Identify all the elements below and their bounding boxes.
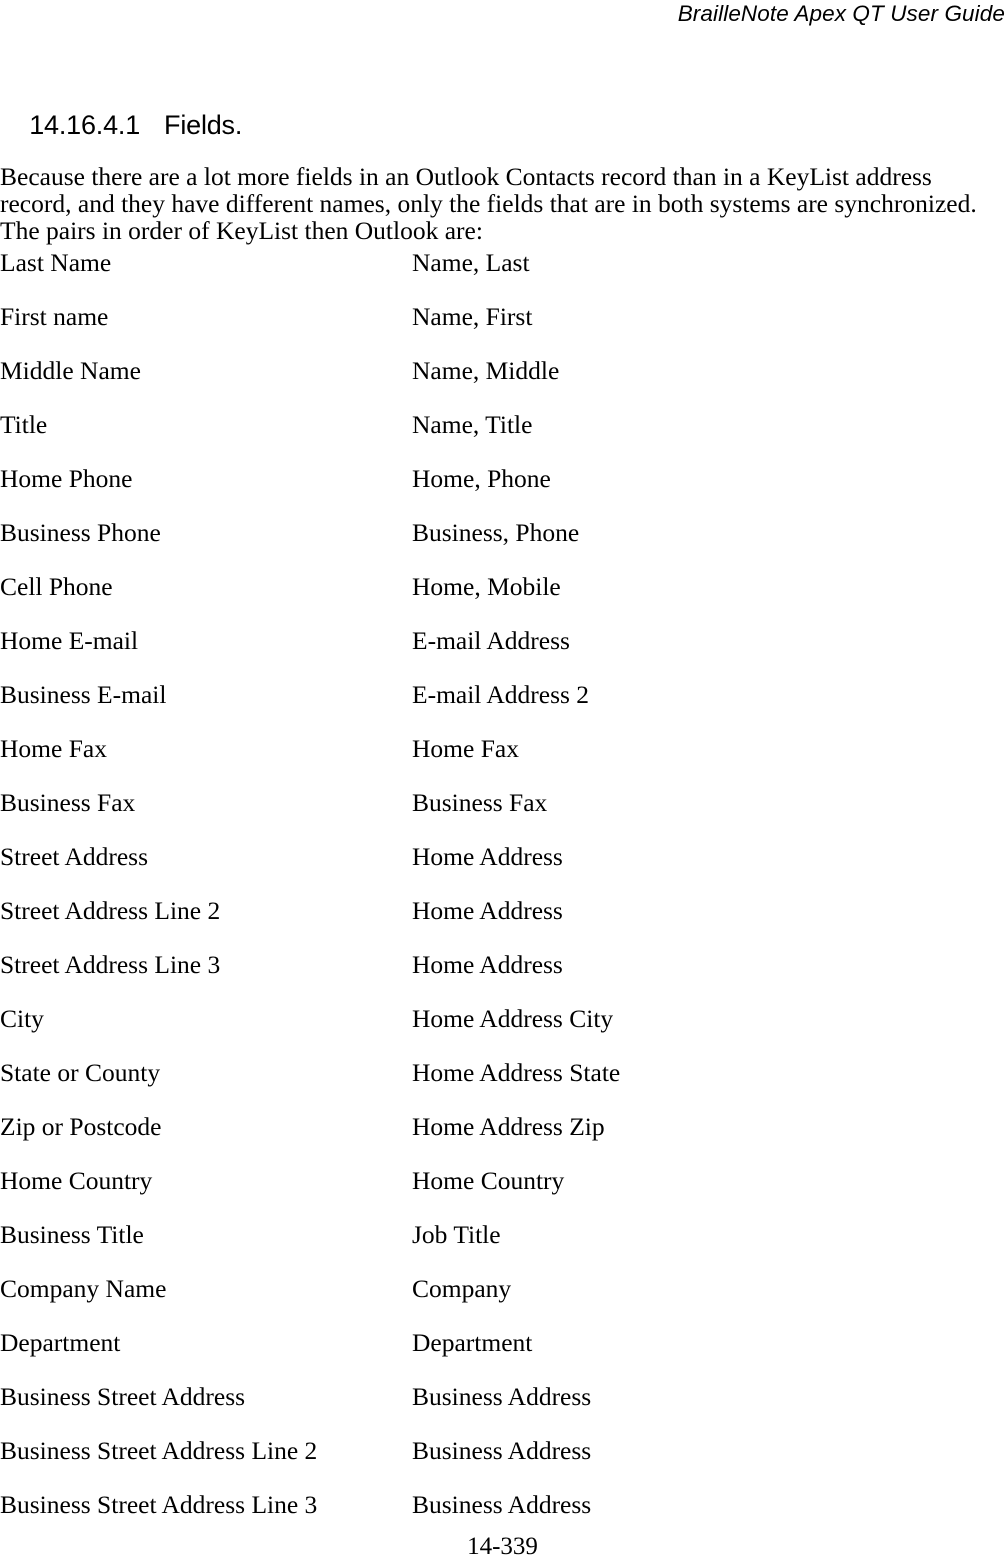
outlook-field-name: Home Address — [412, 950, 563, 979]
outlook-field-name: Business Address — [412, 1490, 592, 1519]
field-pair-row: City Home Address City — [0, 1005, 1005, 1059]
outlook-field-name: Company — [412, 1274, 512, 1303]
section-number: 14.16.4.1 — [29, 110, 141, 140]
field-pair-row: Department Department — [0, 1329, 1005, 1383]
outlook-field-name: Home Address City — [412, 1004, 614, 1033]
field-pair-row: Home Fax Home Fax — [0, 735, 1005, 789]
outlook-field-name: Department — [412, 1328, 533, 1357]
keylist-field-name: Street Address Line 2 — [0, 896, 221, 925]
outlook-field-name: E-mail Address — [412, 626, 570, 655]
keylist-field-name: Street Address — [0, 842, 149, 871]
keylist-field-name: Department — [0, 1328, 121, 1357]
outlook-field-name: Business Fax — [412, 788, 548, 817]
keylist-field-name: Last Name — [0, 248, 112, 277]
outlook-field-name: Name, Middle — [412, 356, 560, 385]
field-pair-row: Street Address Line 2 Home Address — [0, 897, 1005, 951]
keylist-field-name: Zip or Postcode — [0, 1112, 162, 1141]
field-pair-list: Last Name Name, Last First name Name, First… — [0, 249, 1005, 1545]
keylist-field-name: Home Phone — [0, 464, 133, 493]
outlook-field-name: Business Address — [412, 1382, 592, 1411]
field-pair-row: Home Phone Home, Phone — [0, 465, 1005, 519]
outlook-field-name: E-mail Address 2 — [412, 680, 590, 709]
outlook-field-name: Name, Last — [412, 248, 530, 277]
field-pair-row: Home E-mail E-mail Address — [0, 627, 1005, 681]
footer-page-number: 14-339 — [467, 1533, 538, 1560]
keylist-field-name: Street Address Line 3 — [0, 950, 221, 979]
keylist-field-name: Middle Name — [0, 356, 141, 385]
field-pair-row: Cell Phone Home, Mobile — [0, 573, 1005, 627]
field-pair-row: Middle Name Name, Middle — [0, 357, 1005, 411]
outlook-field-name: Business, Phone — [412, 518, 580, 547]
outlook-field-name: Home Address — [412, 896, 563, 925]
field-pair-row: Business Fax Business Fax — [0, 789, 1005, 843]
field-pair-row: Business E-mail E-mail Address 2 — [0, 681, 1005, 735]
field-pair-row: Street Address Line 3 Home Address — [0, 951, 1005, 1005]
field-pair-row: Home Country Home Country — [0, 1167, 1005, 1221]
field-pair-row: Last Name Name, Last — [0, 249, 1005, 303]
keylist-field-name: Home Country — [0, 1166, 153, 1195]
keylist-field-name: Business Street Address Line 3 — [0, 1490, 318, 1519]
field-pair-row: Business Street Address Business Address — [0, 1383, 1005, 1437]
field-pair-row: Street Address Home Address — [0, 843, 1005, 897]
keylist-field-name: City — [0, 1004, 44, 1033]
field-pair-row: Business Title Job Title — [0, 1221, 1005, 1275]
keylist-field-name: Business Phone — [0, 518, 161, 547]
field-pair-row: Title Name, Title — [0, 411, 1005, 465]
outlook-field-name: Home, Phone — [412, 464, 551, 493]
intro-paragraph: Because there are a lot more fields in a… — [0, 161, 977, 245]
page-title: 14.16.4.1 Fields. — [0, 74, 1005, 176]
keylist-field-name: Business Title — [0, 1220, 144, 1249]
keylist-field-name: Home E-mail — [0, 626, 139, 655]
outlook-field-name: Home Address Zip — [412, 1112, 605, 1141]
field-pair-row: First name Name, First — [0, 303, 1005, 357]
outlook-field-name: Name, Title — [412, 410, 533, 439]
outlook-field-name: Home Address State — [412, 1058, 621, 1087]
keylist-field-name: Title — [0, 410, 48, 439]
keylist-field-name: First name — [0, 302, 109, 331]
keylist-field-name: Business Street Address — [0, 1382, 246, 1411]
outlook-field-name: Business Address — [412, 1436, 592, 1465]
keylist-field-name: Business E-mail — [0, 680, 167, 709]
keylist-field-name: Cell Phone — [0, 572, 113, 601]
keylist-field-name: Business Fax — [0, 788, 136, 817]
field-pair-row: Company Name Company — [0, 1275, 1005, 1329]
field-pair-row: Business Phone Business, Phone — [0, 519, 1005, 573]
outlook-field-name: Home, Mobile — [412, 572, 561, 601]
outlook-field-name: Home Country — [412, 1166, 565, 1195]
running-header: BrailleNote Apex QT User Guide — [677, 1, 1005, 26]
keylist-field-name: State or County — [0, 1058, 161, 1087]
outlook-field-name: Home Fax — [412, 734, 519, 763]
field-pair-row: Business Street Address Line 2 Business A… — [0, 1437, 1005, 1491]
section-title-text: Fields. — [164, 110, 243, 140]
field-pair-row: Zip or Postcode Home Address Zip — [0, 1113, 1005, 1167]
keylist-field-name: Company Name — [0, 1274, 167, 1303]
keylist-field-name: Business Street Address Line 2 — [0, 1436, 318, 1465]
outlook-field-name: Name, First — [412, 302, 533, 331]
field-pair-row: State or County Home Address State — [0, 1059, 1005, 1113]
document-page: BrailleNote Apex QT User Guide 14.16.4.1… — [0, 0, 1005, 1566]
outlook-field-name: Home Address — [412, 842, 563, 871]
keylist-field-name: Home Fax — [0, 734, 107, 763]
outlook-field-name: Job Title — [412, 1220, 501, 1249]
